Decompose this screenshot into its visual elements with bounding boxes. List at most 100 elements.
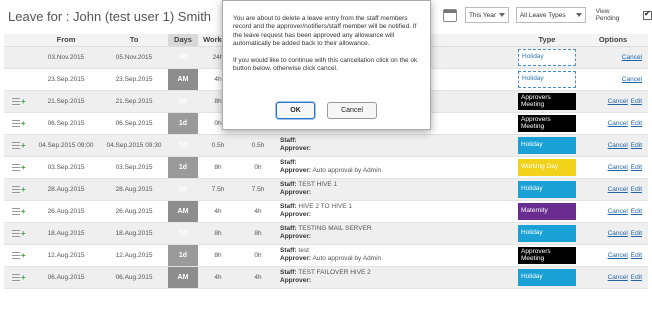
add-note-icon[interactable]: + [11,185,26,194]
add-note-icon[interactable]: + [11,119,26,128]
add-note-icon[interactable]: + [11,141,26,150]
from-date: 04.Sep.2015 09:00 [32,134,100,157]
edit-link[interactable]: Edit [631,208,642,215]
to-date: 04.Sep.2015 09:30 [100,134,168,157]
edit-link[interactable]: Edit [631,252,642,259]
cancel-link[interactable]: Cancel [622,54,642,61]
from-date: 21.Sep.2015 [32,90,100,113]
col-days[interactable]: Days [168,34,198,47]
to-date: 06.Aug.2015 [100,266,168,289]
row-options: Cancel Edit [578,244,648,267]
row-options: Cancel Edit [578,156,648,179]
row-icon-cell: + [4,244,32,267]
leave-details: Staff: Approver: [278,134,516,157]
working-value: 8h [198,156,238,179]
leave-type-select[interactable]: All Leave Types [515,7,586,23]
table-row: +18.Aug.2015 18.Aug.2015 1d 8h 8h Staff: TEST… [4,222,648,245]
leave-type-badge: Approvers Meeting [518,92,576,110]
col-from[interactable]: From [32,34,100,47]
row-icon-cell [4,46,32,69]
staff-note: Staff: HIVE 2 TO HIVE 1 [280,203,353,210]
to-date: 26.Aug.2015 [100,200,168,223]
leave-type-badge: Holiday [518,48,576,66]
edit-link[interactable]: Edit [631,142,642,149]
row-options: Cancel [578,46,648,69]
days-value: AM [168,266,198,289]
days-value: 1d [168,156,198,179]
staff-note: Staff: test [280,247,309,254]
from-date: 18.Aug.2015 [32,222,100,245]
days-value: 1d [168,222,198,245]
to-date: 18.Aug.2015 [100,222,168,245]
leave-type-badge: Holiday [518,224,576,242]
cancel-link[interactable]: Cancel [608,252,628,259]
edit-link[interactable]: Edit [631,98,642,105]
row-options: Cancel Edit [578,90,648,113]
add-note-icon[interactable]: + [11,229,26,238]
cancel-link[interactable]: Cancel [608,186,628,193]
working-value: 4h [198,266,238,289]
staff-note: Staff: TESTING MAIL SERVER [280,225,372,232]
approver-note: Approver: [280,145,312,152]
calendar-icon[interactable] [443,8,457,22]
row-options: Cancel Edit [578,200,648,223]
days-value: 1d [168,112,198,135]
ok-button[interactable]: OK [276,102,315,119]
cancel-link[interactable]: Cancel [608,230,628,237]
from-date: 26.Aug.2015 [32,200,100,223]
row-icon-cell [4,68,32,91]
table-row: +03.Sep.2015 03.Sep.2015 1d 8h 0h Staff: Appro… [4,156,648,179]
row-icon-cell: + [4,156,32,179]
from-date: 03.Nov.2015 [32,46,100,69]
table-row: +06.Aug.2015 06.Aug.2015 AM 4h 4h Staff: TEST… [4,266,648,289]
edit-link[interactable]: Edit [631,120,642,127]
chevron-down-icon [498,13,505,17]
add-note-icon[interactable]: + [11,251,26,260]
cancel-link[interactable]: Cancel [608,98,628,105]
days-value: 1d [168,90,198,113]
approver-note: Approver: [280,277,312,284]
cancel-link[interactable]: Cancel [608,164,628,171]
add-note-icon[interactable]: + [11,207,26,216]
row-icon-cell: + [4,90,32,113]
staff-note: Staff: TEST HIVE 1 [280,181,338,188]
add-note-icon[interactable]: + [11,163,26,172]
col-to[interactable]: To [100,34,168,47]
view-pending-label: View Pending [595,8,620,22]
view-pending-checkbox[interactable] [643,9,652,20]
dialog-instruction: If you would like to continue with this … [233,56,418,73]
row-options: Cancel Edit [578,222,648,245]
add-note-icon[interactable]: + [11,97,26,106]
approver-note: Approver: [280,189,312,196]
leave-details: Staff: TEST HIVE 1 Approver: [278,178,516,201]
leave-type-badge: Working Day [518,158,576,176]
approver-note: Approver: Auto approval by Admin [280,167,382,174]
to-date: 21.Sep.2015 [100,90,168,113]
edit-link[interactable]: Edit [631,164,642,171]
cancel-link[interactable]: Cancel [608,142,628,149]
working-value: 0.5h [198,134,238,157]
edit-link[interactable]: Edit [631,230,642,237]
col-type[interactable]: Type [516,34,578,47]
approver-note: Approver: [280,211,312,218]
leave-type-badge: Holiday [518,70,576,88]
cancel-link[interactable]: Cancel [608,120,628,127]
chevron-down-icon [575,13,582,17]
dialog-cancel-button[interactable]: Cancel [327,102,377,119]
approver-note: Approver: Auto approval by Admin [280,255,382,262]
to-date: 12.Aug.2015 [100,244,168,267]
leave-details: Staff: Approver: Auto approval by Admin [278,156,516,179]
working-value: 7.5h [198,178,238,201]
year-select[interactable]: This Year [464,7,509,23]
cancel-link[interactable]: Cancel [622,76,642,83]
approver-note: Approver: [280,233,312,240]
from-date: 03.Sep.2015 [32,156,100,179]
staff-note: Staff: [280,137,297,144]
add-note-icon[interactable]: + [11,273,26,282]
edit-link[interactable]: Edit [631,186,642,193]
leave-details: Staff: test Approver: Auto approval by Ad… [278,244,516,267]
edit-link[interactable]: Edit [631,274,642,281]
leave-type-badge: Approvers Meeting [518,114,576,132]
cancel-link[interactable]: Cancel [608,274,628,281]
cancel-link[interactable]: Cancel [608,208,628,215]
